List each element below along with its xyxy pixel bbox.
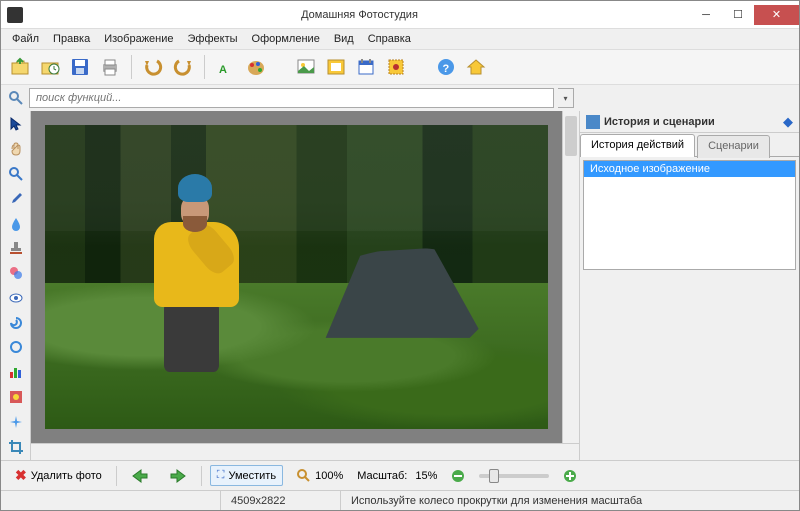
calendar-button[interactable] (353, 54, 379, 80)
photo (45, 125, 548, 429)
prev-button[interactable] (125, 465, 155, 487)
separator (116, 466, 117, 486)
filter-tool[interactable] (5, 264, 27, 283)
menu-image[interactable]: Изображение (97, 31, 180, 47)
scale-value: 15% (415, 470, 437, 482)
open-button[interactable] (7, 54, 33, 80)
maximize-button[interactable]: ☐ (722, 5, 754, 25)
menu-view[interactable]: Вид (327, 31, 361, 47)
hand-tool[interactable] (5, 140, 27, 159)
palette-button[interactable] (243, 54, 269, 80)
zoom-slider[interactable] (479, 474, 549, 478)
right-panel: История и сценарии ◆ История действий Сц… (579, 111, 799, 460)
redo-button[interactable] (170, 54, 196, 80)
photo-person (136, 174, 266, 374)
sparkle-tool[interactable] (5, 412, 27, 431)
fit-label: Уместить (228, 470, 276, 482)
panel-collapse-icon[interactable]: ◆ (783, 114, 793, 130)
toolbar-separator (131, 55, 132, 79)
panel-header: История и сценарии ◆ (580, 111, 799, 133)
titlebar: Домашняя Фотостудия ─ ☐ ✕ (1, 1, 799, 29)
main-toolbar: A ? (1, 49, 799, 85)
stamp-tool[interactable] (5, 239, 27, 258)
history-list[interactable]: Исходное изображение (583, 160, 796, 270)
tab-history[interactable]: История действий (580, 134, 695, 157)
svg-text:A: A (219, 64, 227, 76)
swirl-tool[interactable] (5, 313, 27, 332)
levels-tool[interactable] (5, 363, 27, 382)
zoom-icon (297, 469, 311, 483)
search-dropdown[interactable]: ▾ (558, 88, 574, 108)
delete-label: Удалить фото (31, 470, 102, 482)
zoom-out-button[interactable] (445, 466, 471, 486)
help-button[interactable]: ? (433, 54, 459, 80)
delete-icon: ✖ (15, 467, 27, 484)
effects-tool[interactable] (5, 388, 27, 407)
fit-icon: ⛶ (217, 469, 225, 482)
app-window: Домашняя Фотостудия ─ ☐ ✕ Файл Правка Из… (0, 0, 800, 511)
left-toolbox (1, 111, 31, 460)
statusbar: 4509x2822 Используйте колесо прокрутки д… (1, 490, 799, 510)
body: История и сценарии ◆ История действий Сц… (1, 111, 799, 460)
menu-edit[interactable]: Правка (46, 31, 97, 47)
close-button[interactable]: ✕ (754, 5, 799, 25)
stamp-button[interactable] (383, 54, 409, 80)
save-button[interactable] (67, 54, 93, 80)
app-icon (7, 7, 23, 23)
panel-icon (586, 115, 600, 129)
droplet-tool[interactable] (5, 214, 27, 233)
zoom-100-button[interactable]: 100% (291, 466, 349, 486)
scale-label: Масштаб: (357, 470, 407, 482)
status-hint: Используйте колесо прокрутки для изменен… (341, 491, 799, 510)
frame-button[interactable] (323, 54, 349, 80)
undo-button[interactable] (140, 54, 166, 80)
fit-button[interactable]: ⛶ Уместить (210, 465, 283, 486)
menu-help[interactable]: Справка (361, 31, 418, 47)
menu-effects[interactable]: Эффекты (181, 31, 245, 47)
search-icon (7, 89, 25, 107)
pointer-tool[interactable] (5, 115, 27, 134)
crop-tool[interactable] (5, 437, 27, 456)
tab-scenarios[interactable]: Сценарии (697, 135, 770, 158)
separator (201, 466, 202, 486)
delete-photo-button[interactable]: ✖ Удалить фото (9, 464, 108, 487)
vertical-scrollbar[interactable] (562, 111, 579, 443)
panel-title: История и сценарии (604, 116, 779, 128)
canvas-wrap (31, 111, 579, 443)
horizontal-scrollbar[interactable] (31, 443, 579, 460)
status-empty (1, 491, 221, 510)
brush-tool[interactable] (5, 189, 27, 208)
window-title: Домашняя Фотостудия (29, 9, 690, 21)
next-button[interactable] (163, 465, 193, 487)
text-tool-button[interactable]: A (213, 54, 239, 80)
eye-tool[interactable] (5, 288, 27, 307)
print-button[interactable] (97, 54, 123, 80)
status-dimensions: 4509x2822 (221, 491, 341, 510)
circle-tool[interactable] (5, 338, 27, 357)
menubar: Файл Правка Изображение Эффекты Оформлен… (1, 29, 799, 49)
zoom-tool[interactable] (5, 165, 27, 184)
canvas-area (31, 111, 579, 460)
photo-tent (308, 248, 488, 338)
menu-file[interactable]: Файл (5, 31, 46, 47)
toolbar-separator (204, 55, 205, 79)
minimize-button[interactable]: ─ (690, 5, 722, 25)
zoom-100-label: 100% (315, 470, 343, 482)
canvas-background[interactable] (31, 111, 562, 443)
search-input[interactable] (29, 88, 554, 108)
menu-decoration[interactable]: Оформление (245, 31, 327, 47)
insert-image-button[interactable] (293, 54, 319, 80)
searchbar: ▾ (1, 85, 799, 111)
svg-text:?: ? (443, 63, 450, 75)
zoom-in-button[interactable] (557, 466, 583, 486)
recent-button[interactable] (37, 54, 63, 80)
panel-tabs: История действий Сценарии (580, 133, 799, 157)
home-button[interactable] (463, 54, 489, 80)
history-item[interactable]: Исходное изображение (584, 161, 795, 177)
bottom-bar: ✖ Удалить фото ⛶ Уместить 100% Масштаб: … (1, 460, 799, 490)
